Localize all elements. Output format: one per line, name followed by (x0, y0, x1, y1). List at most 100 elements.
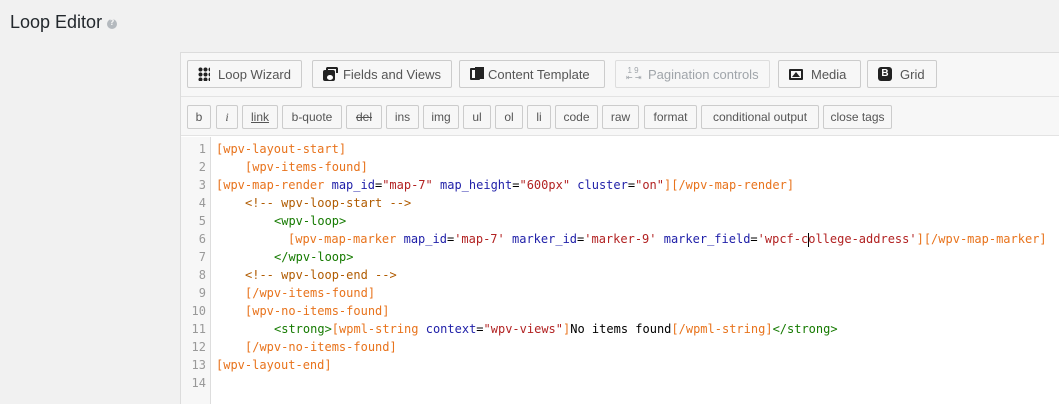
page-title-text: Loop Editor (10, 12, 103, 32)
quicktag-conditional-output[interactable]: conditional output (701, 105, 819, 129)
html-tag: </wpv-loop> (274, 250, 354, 264)
content-template-button[interactable]: Content Template (459, 60, 605, 88)
attr-name: map_id (396, 232, 447, 246)
quicktag-close-tags[interactable]: close tags (823, 105, 892, 129)
media-button[interactable]: Media (778, 60, 861, 88)
grid-label: Grid (900, 66, 925, 82)
quicktag-raw[interactable]: raw (602, 105, 639, 129)
fields-icon (323, 67, 338, 81)
shortcode: [/wpml-string] (671, 322, 773, 336)
loop-wizard-label: Loop Wizard (218, 66, 291, 82)
shortcode: ][/wpv-map-render] (664, 178, 795, 192)
help-icon[interactable] (107, 18, 118, 29)
code-line-6: [wpv-map-marker map_id = 'map-7' marker_id… (288, 230, 1047, 248)
code-line-8: <!-- wpv-loop-end --> (245, 266, 397, 284)
attr-value: ollege-address' (808, 232, 917, 246)
code-line-10: [wpv-no-items-found] (245, 302, 390, 320)
shortcode: [wpv-layout-start] (216, 142, 347, 156)
line-number: 2 (198, 160, 206, 174)
loop-wizard-button[interactable]: Loop Wizard (187, 60, 302, 88)
line-number: 4 (198, 196, 206, 210)
page-title: Loop Editor (10, 12, 118, 33)
attr-value: "wpv-views" (483, 322, 564, 336)
fields-and-views-label: Fields and Views (342, 66, 441, 82)
operator: = (476, 322, 484, 336)
code-line-11: <strong>[wpml-string context="wpv-views"… (274, 320, 838, 338)
attr-name: map_height (432, 178, 513, 192)
quicktag-i[interactable]: i (216, 105, 238, 129)
code-line-7: </wpv-loop> (274, 248, 353, 266)
code-line-9: [/wpv-items-found] (245, 284, 375, 302)
shortcode: ][/wpv-map-marker] (916, 232, 1047, 246)
attr-value: "600px" (519, 178, 571, 192)
quicktag-ins[interactable]: ins (386, 105, 419, 129)
code-line-4: <!-- wpv-loop-start --> (245, 194, 411, 212)
shortcode: [wpv-no-items-found] (245, 304, 390, 318)
media-icon (789, 68, 803, 80)
shortcode: [/wpv-no-items-found] (245, 340, 397, 354)
quicktag-b[interactable]: b (187, 105, 211, 129)
line-number-gutter: 1 2 3 4 5 6 7 8 9 10 11 12 13 14 (181, 137, 211, 404)
line-number: 14 (191, 376, 206, 390)
attr-name: marker_field (656, 232, 751, 246)
pagination-controls-label: Pagination controls (648, 66, 759, 82)
shortcode: [wpml-string (331, 322, 419, 336)
attr-name: marker_id (504, 232, 578, 246)
html-tag: </strong> (772, 322, 838, 336)
shortcode: [/wpv-items-found] (245, 286, 376, 300)
line-number: 13 (191, 358, 206, 372)
html-tag: <wpv-loop> (274, 214, 347, 228)
grid-button[interactable]: B Grid (867, 60, 937, 88)
quicktag-img[interactable]: img (423, 105, 459, 129)
line-number: 6 (198, 232, 206, 246)
fields-and-views-button[interactable]: Fields and Views (312, 60, 452, 88)
quicktag-link[interactable]: link (242, 105, 278, 129)
quicktag-li[interactable]: li (527, 105, 551, 129)
line-number: 11 (191, 322, 206, 336)
quicktag-code[interactable]: code (555, 105, 598, 129)
text-content: No items found (570, 322, 672, 336)
quicktag-format[interactable]: format (644, 105, 697, 129)
code-line-3: [wpv-map-render map_id = "map-7" map_heigh… (216, 176, 794, 194)
code-editor[interactable]: 1 2 3 4 5 6 7 8 9 10 11 12 13 14 [wpv-la… (181, 137, 1059, 404)
code-line-13: [wpv-layout-end] (216, 356, 332, 374)
attr-value: 'wpcf-c (757, 232, 809, 246)
pagination-icon: 1 9 ⇤ ⇥ (626, 66, 642, 82)
line-number: 12 (191, 340, 206, 354)
quicktags-toolbar: b i link b-quote del ins img ul ol li co… (181, 97, 1059, 136)
shortcode: [wpv-layout-end] (216, 358, 332, 372)
code-line-1: [wpv-layout-start] (216, 140, 346, 158)
media-label: Media (811, 66, 847, 82)
attr-value: "map-7" (382, 178, 433, 192)
line-number: 9 (198, 286, 206, 300)
shortcode: [wpv-map-render (216, 178, 325, 192)
quicktag-b-quote[interactable]: b-quote (282, 105, 342, 129)
bootstrap-icon: B (878, 67, 892, 81)
line-number: 7 (198, 250, 206, 264)
line-number: 5 (198, 214, 206, 228)
quicktag-ol[interactable]: ol (495, 105, 523, 129)
operator: = (750, 232, 758, 246)
attr-value: 'map-7' (454, 232, 505, 246)
editor-toolbar: Loop Wizard Fields and Views Content Tem… (181, 53, 1059, 97)
comment: <!-- wpv-loop-start --> (245, 196, 412, 210)
content-template-label: Content Template (488, 66, 590, 82)
quicktag-del[interactable]: del (346, 105, 382, 129)
shortcode: [wpv-map-marker (288, 232, 397, 246)
loop-editor: Loop Wizard Fields and Views Content Tem… (180, 52, 1059, 404)
pagination-controls-button[interactable]: 1 9 ⇤ ⇥ Pagination controls (615, 60, 770, 88)
code-line-12: [/wpv-no-items-found] (245, 338, 397, 356)
line-number: 10 (191, 304, 206, 318)
line-number: 8 (198, 268, 206, 282)
attr-value: "on" (635, 178, 664, 192)
line-number: 1 (198, 142, 206, 156)
quicktag-ul[interactable]: ul (463, 105, 491, 129)
comment: <!-- wpv-loop-end --> (245, 268, 397, 282)
html-tag: <strong> (274, 322, 332, 336)
code-line-5: <wpv-loop> (274, 212, 346, 230)
shortcode: [wpv-items-found] (245, 160, 368, 174)
attr-name: cluster (570, 178, 628, 192)
grid-icon (198, 67, 211, 81)
attr-name: map_id (324, 178, 375, 192)
attr-name: context (418, 322, 477, 336)
